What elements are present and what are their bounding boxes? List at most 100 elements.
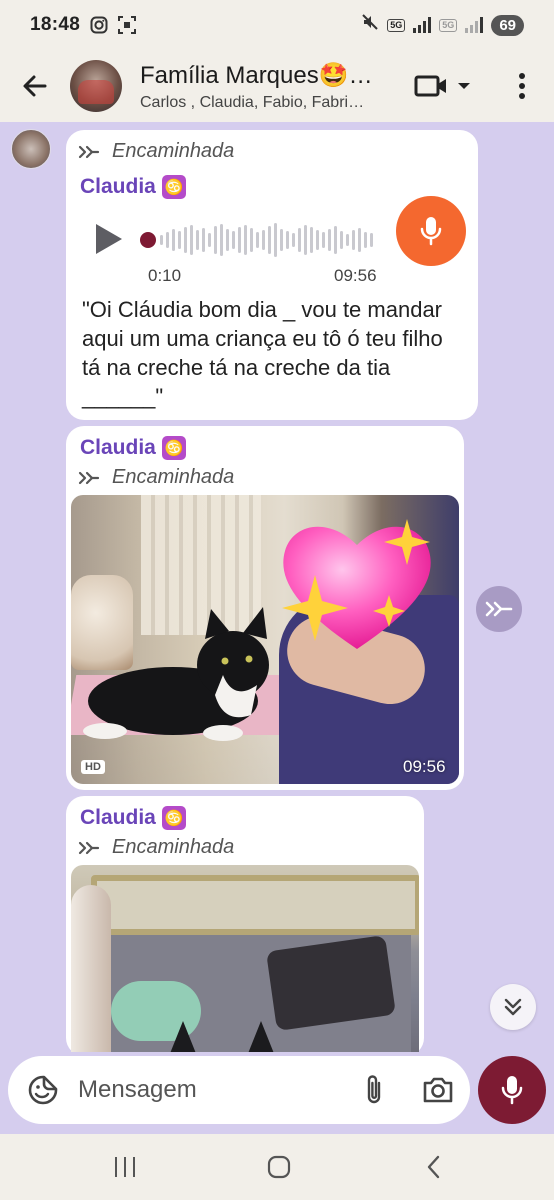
video-call-button[interactable] bbox=[414, 64, 476, 108]
system-navigation-bar bbox=[0, 1134, 554, 1200]
network-5g-label: 5G bbox=[387, 18, 406, 32]
sticker-icon bbox=[28, 1075, 58, 1105]
message-input[interactable] bbox=[78, 1076, 338, 1104]
sender-name-text: Claudia bbox=[80, 436, 156, 459]
waveform-bar bbox=[358, 228, 361, 252]
more-icon bbox=[519, 73, 525, 99]
photo-message-bubble[interactable]: Claudia ♋ Encaminhada bbox=[66, 426, 464, 790]
sender-name-text: Claudia bbox=[80, 806, 156, 829]
forwarded-label: Encaminhada bbox=[78, 140, 234, 163]
signal-icon bbox=[413, 17, 432, 33]
waveform-bar bbox=[160, 235, 163, 245]
photo-cat-and-person[interactable]: HD 09:56 bbox=[71, 495, 459, 784]
waveform-bar bbox=[340, 231, 343, 249]
sender-avatar[interactable] bbox=[11, 129, 51, 169]
waveform-bar bbox=[322, 232, 325, 248]
waveform-bar bbox=[244, 225, 247, 255]
waveform-bar bbox=[250, 228, 253, 252]
camera-icon bbox=[423, 1077, 453, 1103]
waveform-bar bbox=[166, 232, 169, 248]
record-voice-button[interactable] bbox=[478, 1056, 546, 1124]
waveform-bar bbox=[274, 223, 277, 257]
waveform-bar bbox=[256, 232, 259, 248]
back-button[interactable] bbox=[0, 50, 70, 122]
waveform-bar bbox=[196, 230, 199, 250]
microphone-icon bbox=[420, 217, 442, 246]
chat-header: Família Marques🤩… Carlos , Claudia, Fabi… bbox=[0, 50, 554, 122]
chat-title-block[interactable]: Família Marques🤩… Carlos , Claudia, Fabi… bbox=[140, 61, 390, 112]
waveform-bar bbox=[370, 233, 373, 247]
forward-icon bbox=[78, 145, 100, 158]
home-button[interactable] bbox=[249, 1142, 309, 1192]
dropdown-icon bbox=[458, 83, 470, 89]
photo-pillow bbox=[266, 935, 396, 1031]
forward-icon bbox=[78, 841, 100, 854]
sender-name[interactable]: Claudia ♋ bbox=[80, 436, 186, 460]
scroll-to-bottom-button[interactable] bbox=[490, 984, 536, 1030]
forwarded-label: Encaminhada bbox=[78, 466, 234, 489]
waveform-bar bbox=[202, 228, 205, 252]
sender-name-text: Claudia bbox=[80, 175, 156, 198]
message-composer bbox=[8, 1056, 470, 1124]
forward-icon bbox=[78, 471, 100, 484]
waveform-bar bbox=[346, 234, 349, 246]
waveform-bar bbox=[304, 225, 307, 255]
play-button[interactable] bbox=[94, 222, 124, 261]
audio-scrubber-handle[interactable] bbox=[140, 232, 156, 248]
hd-badge: HD bbox=[81, 760, 105, 774]
message-list[interactable]: Encaminhada Claudia ♋ 0:10 09:56 "Oi Clá… bbox=[0, 122, 554, 1052]
forwarded-text: Encaminhada bbox=[112, 466, 235, 488]
cancer-zodiac-icon: ♋ bbox=[161, 806, 186, 830]
sender-name[interactable]: Claudia ♋ bbox=[80, 806, 186, 830]
nav-back-button[interactable] bbox=[404, 1142, 464, 1192]
waveform-bar bbox=[364, 232, 367, 248]
waveform-bar bbox=[226, 229, 229, 251]
message-timestamp: 09:56 bbox=[403, 757, 446, 776]
cancer-zodiac-icon: ♋ bbox=[161, 436, 186, 460]
waveform-bar bbox=[286, 231, 289, 249]
back-arrow-icon bbox=[23, 75, 47, 97]
waveform-bar bbox=[352, 230, 355, 250]
paperclip-icon bbox=[367, 1075, 381, 1104]
instagram-icon bbox=[90, 16, 108, 34]
mute-icon bbox=[361, 13, 379, 37]
share-button[interactable] bbox=[476, 586, 522, 632]
audio-waveform[interactable] bbox=[158, 222, 380, 258]
message-timestamp: 09:56 bbox=[334, 266, 377, 285]
audio-elapsed: 0:10 bbox=[148, 266, 182, 285]
voice-message-indicator bbox=[396, 196, 466, 266]
sender-name[interactable]: Claudia ♋ bbox=[80, 175, 186, 199]
status-bar: 18:48 5G 5G 69 bbox=[0, 0, 554, 50]
recent-apps-button[interactable] bbox=[95, 1142, 155, 1192]
photo-cat bbox=[83, 607, 269, 741]
network-5g-label-secondary: 5G bbox=[439, 18, 458, 32]
microphone-icon bbox=[501, 1076, 523, 1105]
waveform-bar bbox=[298, 228, 301, 252]
waveform-bar bbox=[190, 225, 193, 255]
waveform-bar bbox=[262, 230, 265, 250]
waveform-bar bbox=[184, 227, 187, 253]
status-time: 18:48 bbox=[30, 14, 81, 35]
home-icon bbox=[267, 1155, 291, 1179]
more-options-button[interactable] bbox=[505, 64, 539, 108]
forwarded-label: Encaminhada bbox=[78, 836, 234, 859]
forwarded-text: Encaminhada bbox=[112, 836, 235, 858]
photo-vase bbox=[71, 885, 111, 1052]
waveform-bar bbox=[316, 230, 319, 250]
screen-record-icon bbox=[118, 16, 137, 34]
group-avatar[interactable] bbox=[70, 60, 122, 112]
photo-message-bubble[interactable]: Claudia ♋ Encaminhada bbox=[66, 796, 424, 1052]
attach-button[interactable] bbox=[352, 1068, 396, 1112]
sticker-button[interactable] bbox=[12, 1056, 74, 1124]
audio-message-bubble[interactable]: Encaminhada Claudia ♋ 0:10 09:56 "Oi Clá… bbox=[66, 130, 478, 420]
audio-transcript: "Oi Cláudia bom dia _ vou te mandar aqui… bbox=[82, 297, 443, 409]
photo-living-room[interactable] bbox=[71, 865, 419, 1052]
camera-button[interactable] bbox=[416, 1068, 460, 1112]
heart-sparkle-sticker bbox=[282, 519, 431, 649]
waveform-bar bbox=[178, 231, 181, 249]
waveform-bar bbox=[214, 226, 217, 254]
photo-cat-ear bbox=[247, 1021, 275, 1052]
photo-cat-ear bbox=[169, 1021, 197, 1052]
waveform-bar bbox=[328, 229, 331, 251]
recent-apps-icon bbox=[115, 1157, 135, 1177]
